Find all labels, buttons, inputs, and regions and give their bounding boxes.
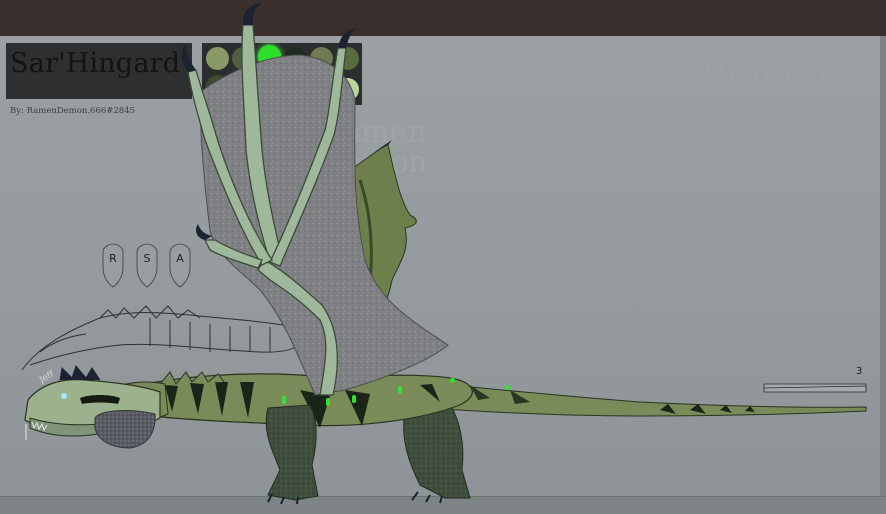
scale-marker: 3 [763,366,867,393]
rating-shield [136,243,158,288]
front-wing [181,3,449,396]
rating-shield [102,243,124,288]
hind-leg-back [403,404,471,504]
scale-label: 3 [856,366,862,377]
dragon-illustration: R S A 3 Jeff [21,3,867,505]
rating-letter-r: R [109,252,117,265]
rating-letter-a: A [176,252,184,265]
sketch-lineart [21,305,301,371]
rating-letter-s: S [144,252,151,265]
rating-shield [169,243,191,288]
front-leg [265,404,319,505]
rsa-rating-shields: R S A [102,243,191,288]
dragon-eye [61,393,67,399]
